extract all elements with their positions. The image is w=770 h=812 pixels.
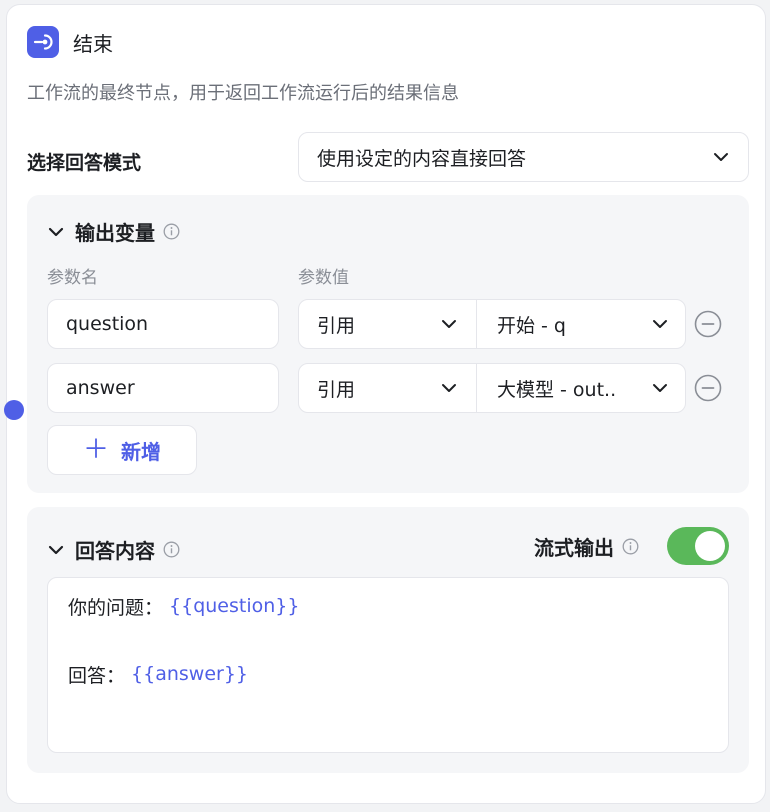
param-value-column-label: 参数值 [298, 268, 349, 288]
param-value-reference: 引用 大模型 - out.. [298, 363, 686, 413]
chevron-down-icon [714, 153, 728, 161]
answer-content-header[interactable]: 回答内容 [47, 535, 180, 564]
param-name-input[interactable]: answer [47, 363, 279, 413]
answer-mode-select[interactable]: 使用设定的内容直接回答 [298, 132, 749, 182]
reference-type-select[interactable]: 引用 [299, 364, 477, 412]
end-node-icon [27, 26, 59, 58]
chevron-down-icon [442, 320, 456, 328]
reference-source-select[interactable]: 大模型 - out.. [477, 364, 685, 412]
plus-icon: ＋ [82, 435, 109, 465]
chevron-down-icon [653, 320, 667, 328]
output-variables-title: 输出变量 [75, 221, 155, 245]
info-icon[interactable] [163, 541, 180, 558]
output-variables-header[interactable]: 输出变量 [47, 217, 180, 246]
chevron-down-icon [48, 545, 64, 554]
answer-mode-label: 选择回答模式 [27, 152, 142, 174]
answer-line: 你的问题： {{question}} [68, 595, 300, 619]
chevron-down-icon [653, 384, 667, 392]
param-value-reference: 引用 开始 - q [298, 299, 686, 349]
add-variable-button[interactable]: ＋ 新增 [47, 425, 197, 475]
remove-circle-icon[interactable] [694, 310, 722, 338]
end-node-card: 结束 工作流的最终节点，用于返回工作流运行后的结果信息 选择回答模式 使用设定的… [4, 4, 766, 804]
info-icon[interactable] [622, 538, 639, 555]
node-header: 结束 [27, 25, 113, 59]
reference-source-select[interactable]: 开始 - q [477, 300, 685, 348]
answer-content-editor[interactable]: 你的问题： {{question}} 回答： {{answer}} [47, 577, 729, 753]
node-title: 结束 [73, 31, 113, 56]
param-name-input[interactable]: question [47, 299, 279, 349]
answer-content-panel: 回答内容 流式输出 你的问题： {{question}} 回答： {{answer}… [27, 507, 749, 773]
answer-line: 回答： {{answer}} [68, 663, 248, 687]
chevron-down-icon [48, 227, 64, 236]
output-variables-panel: 输出变量 参数名 参数值 question 引用 开始 - q answer 引… [27, 195, 749, 493]
stream-output-label: 流式输出 [534, 535, 614, 560]
reference-type-select[interactable]: 引用 [299, 300, 477, 348]
toggle-knob [695, 531, 725, 561]
remove-circle-icon[interactable] [694, 374, 722, 402]
param-name-column-label: 参数名 [47, 268, 98, 288]
stream-output-control: 流式输出 [534, 527, 729, 565]
answer-mode-value: 使用设定的内容直接回答 [317, 147, 527, 170]
chevron-down-icon [442, 384, 456, 392]
info-icon[interactable] [163, 223, 180, 240]
node-description: 工作流的最终节点，用于返回工作流运行后的结果信息 [27, 83, 459, 104]
template-variable: {{answer}} [131, 663, 248, 685]
stream-output-toggle[interactable] [667, 527, 729, 565]
input-port[interactable] [4, 400, 24, 420]
answer-content-title: 回答内容 [75, 539, 155, 563]
template-variable: {{question}} [169, 595, 300, 617]
